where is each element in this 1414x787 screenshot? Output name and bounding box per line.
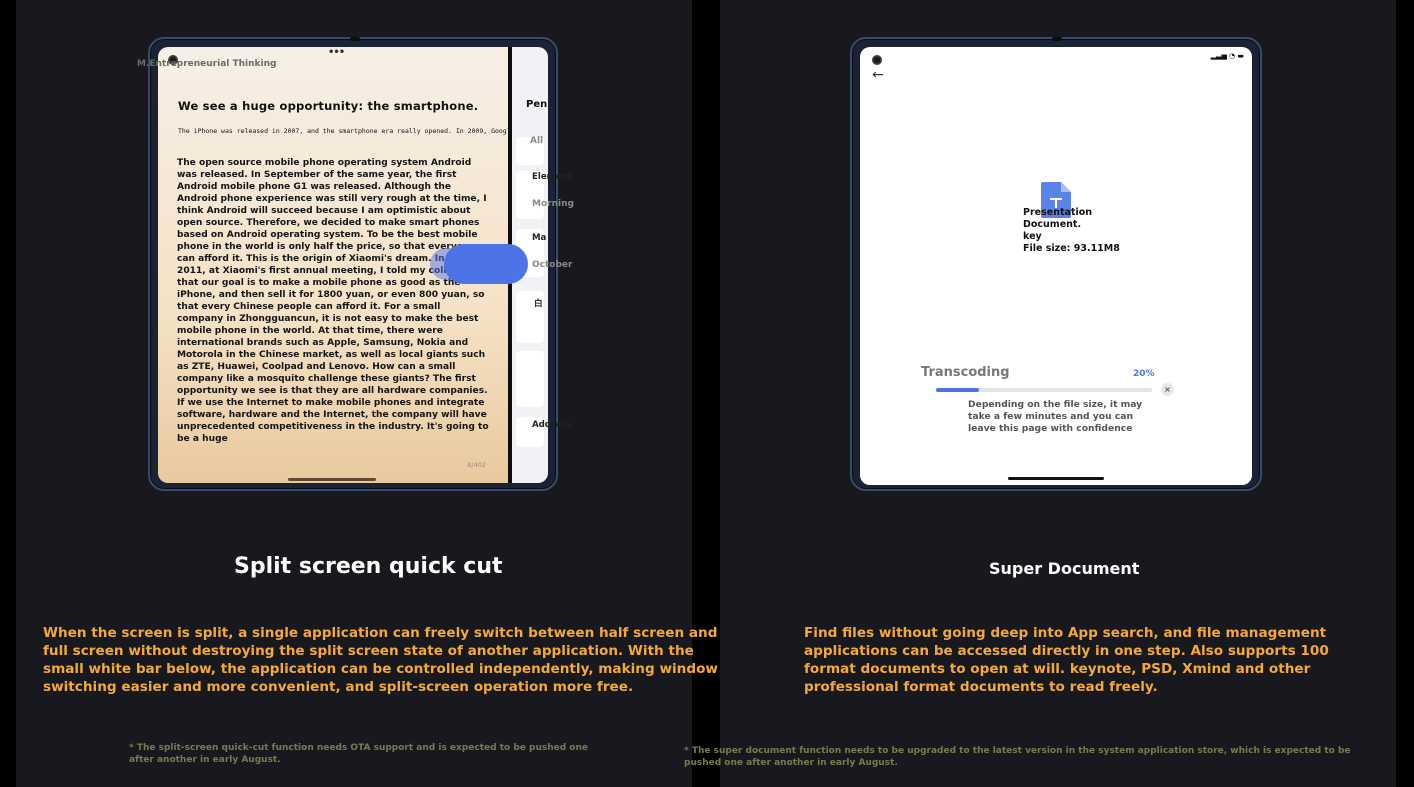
back-arrow-icon[interactable]: ← — [872, 67, 884, 83]
feature-footnote: * The super document function needs to b… — [684, 746, 1351, 768]
camera-icon — [872, 55, 882, 65]
rail-item-title-3: 白 — [534, 299, 543, 309]
rail-filter-all[interactable]: All — [530, 136, 543, 146]
feature-title: Super Document — [989, 559, 1140, 578]
hinge-notch — [1052, 37, 1062, 41]
progress-fill — [936, 388, 980, 392]
rail-item-sub-2: October — [532, 260, 573, 270]
hinge-notch — [350, 37, 360, 41]
progress-percent: 20% — [1133, 369, 1155, 379]
rail-header: Pen — [526, 99, 548, 110]
feature-footnote: * The split-screen quick-cut function ne… — [129, 743, 588, 765]
rail-item-title-1: Element — [532, 172, 572, 182]
file-name-line: Document. — [1023, 219, 1082, 230]
feature-description: Find files without going deep into App s… — [804, 625, 1329, 695]
menu-dots-icon[interactable]: ••• — [328, 47, 345, 58]
feature-title: Split screen quick cut — [234, 554, 503, 579]
page-number: 8/402 — [467, 461, 486, 469]
document-screen: ▂▃▅ ◔ ▬ ← Presentation Document. key Fil… — [860, 47, 1252, 485]
rail-item-title-2: Ma — [532, 233, 547, 243]
file-name-line: Presentation — [1023, 207, 1092, 218]
file-name-line: key — [1023, 231, 1042, 242]
progress-bar — [936, 388, 1152, 392]
status-bar-icons: ▂▃▅ ◔ ▬ — [1210, 52, 1244, 60]
rail-item-title-4: Address — [532, 420, 572, 430]
chapter-subline: The iPhone was released in 2007, and the… — [178, 127, 515, 135]
reader-body-text: The open source mobile phone operating s… — [177, 158, 489, 444]
drag-handle[interactable] — [430, 244, 528, 284]
transcoding-note: Depending on the file size, it may take … — [968, 399, 1143, 434]
cancel-icon[interactable]: × — [1161, 383, 1174, 396]
file-size: File size: 93.11M8 — [1023, 243, 1120, 254]
transcoding-label: Transcoding — [921, 365, 1010, 380]
reader-app-label: M.Entrepreneurial Thinking — [137, 59, 277, 69]
chapter-heading: We see a huge opportunity: the smartphon… — [178, 99, 479, 113]
super-document-panel: ▂▃▅ ◔ ▬ ← Presentation Document. key Fil… — [684, 0, 1396, 787]
foldable-phone-right: ▂▃▅ ◔ ▬ ← Presentation Document. key Fil… — [850, 37, 1262, 491]
home-indicator[interactable] — [1008, 477, 1104, 480]
split-control-bar[interactable] — [288, 478, 376, 481]
feature-description: When the screen is split, a single appli… — [43, 625, 718, 695]
rail-card-4[interactable] — [516, 351, 544, 407]
split-screen-panel: ••• We see a huge opportunity: the smart… — [16, 0, 718, 787]
rail-item-sub-1: Morning — [532, 199, 574, 209]
file-info: Presentation Document. key File size: 93… — [1023, 207, 1120, 255]
